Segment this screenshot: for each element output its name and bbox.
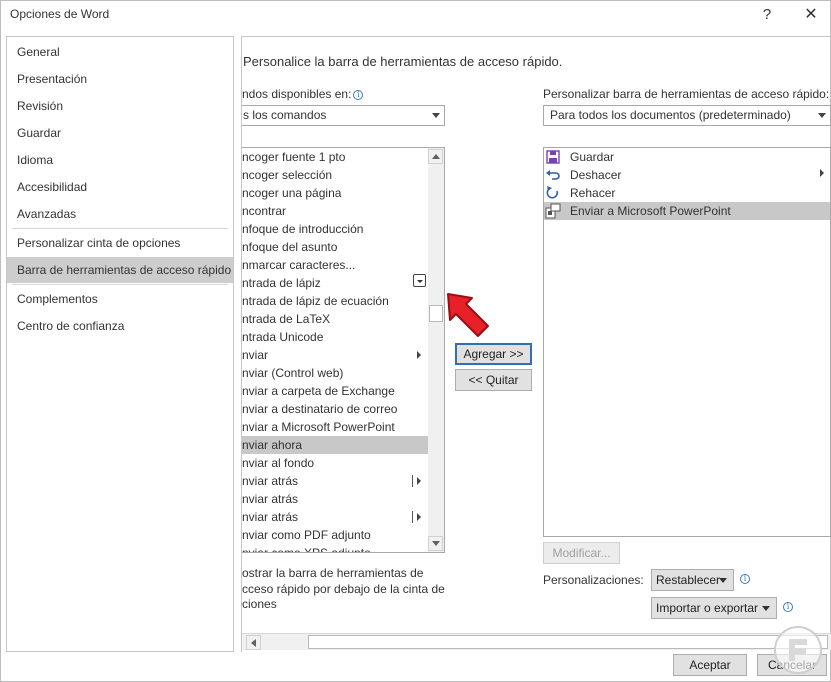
info-icon: i <box>353 90 364 100</box>
command-list-item[interactable]: ncoger una página <box>242 184 428 202</box>
nav-item-accesibilidad[interactable]: Accesibilidad <box>7 174 233 200</box>
command-list-item[interactable]: nmarcar caracteres... <box>242 256 428 274</box>
commands-scrollbar[interactable] <box>428 148 444 552</box>
nav-item-presentacion[interactable]: Presentación <box>7 66 233 92</box>
nav-item-complementos[interactable]: Complementos <box>7 286 233 312</box>
arrow-up-icon <box>432 154 440 159</box>
remove-button[interactable]: << Quitar <box>455 369 532 391</box>
command-list-item[interactable]: ncoger fuente 1 pto <box>242 148 428 166</box>
nav-item-idioma[interactable]: Idioma <box>7 147 233 173</box>
close-button[interactable]: ✕ <box>797 3 825 27</box>
command-list-item[interactable]: nviar al fondo <box>242 454 428 472</box>
options-dialog: Opciones de Word ? ✕ General Presentació… <box>0 0 831 682</box>
qat-items-list[interactable]: Guardar Deshacer Rehacer Enviar a Microsoft… <box>543 147 831 537</box>
command-list-item[interactable]: ntrada Unicode <box>242 328 428 346</box>
available-commands-list[interactable]: ncoger fuente 1 pto ncoger selección ncoge… <box>242 147 445 553</box>
help-button[interactable]: ? <box>753 3 781 27</box>
horizontal-scroll-thumb[interactable] <box>308 635 828 649</box>
modify-button[interactable]: Modificar... <box>543 542 620 564</box>
horizontal-scrollbar[interactable] <box>242 633 831 650</box>
chevron-down-icon <box>719 578 727 583</box>
command-list-item[interactable]: nviar atrás <box>242 508 428 526</box>
command-list-item[interactable]: nviar a carpeta de Exchange <box>242 382 428 400</box>
info-icon: i <box>740 574 750 584</box>
submenu-arrow-icon <box>417 477 421 485</box>
command-list-item[interactable]: nviar como XPS adjunto <box>242 544 428 552</box>
scroll-up-button[interactable] <box>428 149 443 164</box>
qat-settings-panel: Personalice la barra de herramientas de … <box>241 36 831 652</box>
submenu-arrow-icon <box>417 351 421 359</box>
commands-source-label: ndos disponibles en: i <box>242 87 364 101</box>
command-list-item[interactable]: nviar (Control web) <box>242 364 428 382</box>
import-export-dropdown-button[interactable]: Importar o exportar <box>651 597 777 619</box>
submenu-arrow-icon <box>820 169 824 177</box>
show-below-ribbon-text-3[interactable]: ciones <box>242 597 277 611</box>
nav-item-avanzadas[interactable]: Avanzadas <box>7 201 233 227</box>
undo-icon <box>545 167 561 183</box>
command-list-item[interactable]: ntrada de lápiz de ecuación <box>242 292 428 310</box>
nav-item-revision[interactable]: Revisión <box>7 93 233 119</box>
reset-dropdown-button[interactable]: Restablecer <box>651 569 734 591</box>
command-list-item[interactable]: nviar atrás <box>242 472 428 490</box>
commands-source-select[interactable]: s los comandos <box>242 105 445 126</box>
chevron-down-icon <box>762 606 770 611</box>
command-list-item[interactable]: nviar a Microsoft PowerPoint <box>242 418 428 436</box>
submenu-arrow-icon <box>417 513 421 521</box>
scroll-thumb[interactable] <box>429 305 443 322</box>
command-list-item[interactable]: ntrada de lápiz <box>242 274 428 292</box>
command-list-item[interactable]: nviar a destinatario de correo <box>242 400 428 418</box>
info-icon: i <box>783 602 793 612</box>
nav-divider <box>12 284 228 285</box>
qat-item-label: Enviar a Microsoft PowerPoint <box>570 204 731 218</box>
command-list-item[interactable]: nviar <box>242 346 428 364</box>
qat-list-item[interactable]: Guardar <box>544 148 830 166</box>
command-list-item[interactable]: ntrada de LaTeX <box>242 310 428 328</box>
commands-source-value: s los comandos <box>243 108 327 122</box>
chevron-down-icon <box>818 113 826 118</box>
scroll-left-button[interactable] <box>246 635 261 650</box>
qat-list-item[interactable]: Enviar a Microsoft PowerPoint <box>544 202 830 220</box>
dialog-title: Opciones de Word <box>10 7 110 21</box>
customizations-label: Personalizaciones: <box>543 573 644 587</box>
qat-item-label: Guardar <box>570 150 615 164</box>
command-list-item[interactable]: ncontrar <box>242 202 428 220</box>
command-list-item[interactable]: nfoque del asunto <box>242 238 428 256</box>
nav-item-barra-acceso-rapido[interactable]: Barra de herramientas de acceso rápido <box>7 257 233 283</box>
redo-icon <box>545 185 561 201</box>
split-divider <box>412 511 413 523</box>
watermark-logo <box>774 626 822 674</box>
save-icon <box>545 149 561 165</box>
show-below-ribbon-text-2[interactable]: cceso rápido por debajo de la cinta de <box>242 582 445 596</box>
command-list-item[interactable]: ncoger selección <box>242 166 428 184</box>
ok-button[interactable]: Aceptar <box>673 654 747 676</box>
command-list-item[interactable]: nviar atrás <box>242 490 428 508</box>
nav-item-centro-confianza[interactable]: Centro de confianza <box>7 313 233 339</box>
page-heading: Personalice la barra de herramientas de … <box>243 54 563 69</box>
qat-item-label: Deshacer <box>570 168 622 182</box>
nav-item-personalizar-cinta[interactable]: Personalizar cinta de opciones <box>7 230 233 256</box>
command-list-item[interactable]: nviar ahora <box>242 436 428 454</box>
red-arrow-icon <box>447 293 489 337</box>
qat-list-item[interactable]: Deshacer <box>544 166 830 184</box>
show-below-ribbon-text-1[interactable]: ostrar la barra de herramientas de <box>242 566 423 580</box>
qat-item-label: Rehacer <box>570 186 616 200</box>
split-divider <box>412 475 413 487</box>
command-list-item[interactable]: nviar como PDF adjunto <box>242 526 428 544</box>
command-list-item[interactable]: nfoque de introducción <box>242 220 428 238</box>
arrow-down-icon <box>432 541 440 546</box>
add-button[interactable]: Agregar >> <box>455 343 532 365</box>
nav-item-guardar[interactable]: Guardar <box>7 120 233 146</box>
dropdown-glyph-icon <box>413 274 426 287</box>
nav-divider <box>12 228 228 229</box>
powerpoint-send-icon <box>545 203 561 219</box>
customize-target-label: Personalizar barra de herramientas de ac… <box>543 87 830 101</box>
arrow-left-icon <box>251 639 256 647</box>
customize-target-value: Para todos los documentos (predeterminad… <box>550 108 791 122</box>
nav-item-general[interactable]: General <box>7 39 233 65</box>
scroll-down-button[interactable] <box>428 536 443 551</box>
qat-list-item[interactable]: Rehacer <box>544 184 830 202</box>
chevron-down-icon <box>432 113 440 118</box>
options-nav: General Presentación Revisión Guardar Id… <box>6 36 234 652</box>
customize-target-select[interactable]: Para todos los documentos (predeterminad… <box>543 105 831 126</box>
